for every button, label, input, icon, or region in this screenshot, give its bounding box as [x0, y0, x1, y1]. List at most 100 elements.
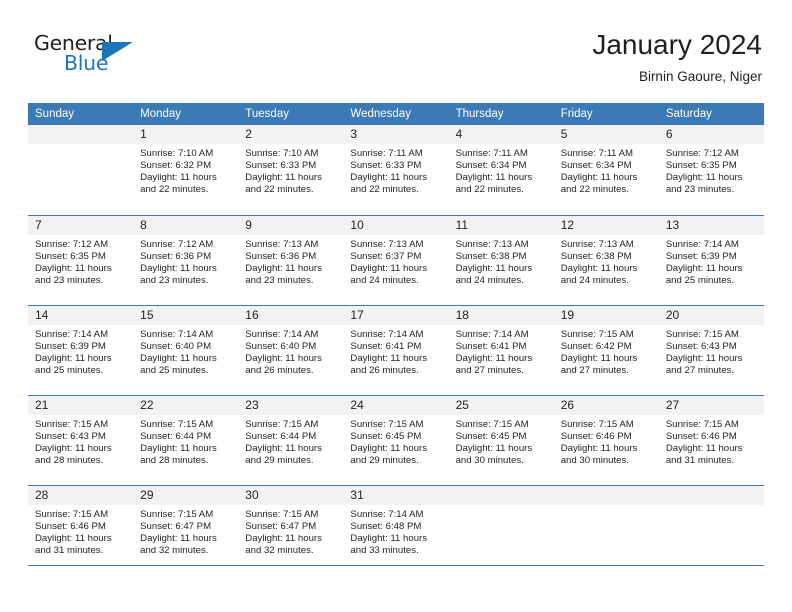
calendar-week-row: 28 Sunrise: 7:15 AM Sunset: 6:46 PM Dayligh… — [28, 484, 764, 575]
sunrise-text: Sunrise: 7:14 AM — [245, 328, 319, 340]
calendar-day-cell[interactable]: 6 Sunrise: 7:12 AM Sunset: 6:35 PM Daylight… — [658, 125, 764, 215]
sunrise-text: Sunrise: 7:14 AM — [350, 508, 424, 520]
day-details: Sunrise: 7:12 AM Sunset: 6:35 PM Daylight:… — [659, 144, 764, 196]
calendar-day-cell-empty — [448, 484, 554, 575]
day-details: Sunrise: 7:15 AM Sunset: 6:45 PM Daylight:… — [343, 415, 448, 467]
sunset-text: Sunset: 6:34 PM — [455, 160, 527, 172]
day-number: 3 — [343, 125, 449, 144]
sunrise-text: Sunrise: 7:15 AM — [35, 418, 109, 430]
weekday-header-saturday: Saturday — [658, 103, 764, 125]
day-details: Sunrise: 7:15 AM Sunset: 6:47 PM Daylight:… — [238, 505, 343, 557]
calendar-day-cell[interactable]: 29 Sunrise: 7:15 AM Sunset: 6:47 PM Dayligh… — [133, 484, 239, 575]
calendar-day-cell[interactable]: 10 Sunrise: 7:13 AM Sunset: 6:37 PM Dayligh… — [343, 214, 449, 305]
calendar-day-cell[interactable]: 17 Sunrise: 7:14 AM Sunset: 6:41 PM Dayligh… — [343, 304, 449, 395]
calendar-day-cell[interactable]: 22 Sunrise: 7:15 AM Sunset: 6:44 PM Dayligh… — [133, 394, 239, 485]
calendar-day-cell[interactable]: 18 Sunrise: 7:14 AM Sunset: 6:41 PM Dayligh… — [448, 304, 554, 395]
day-number: 28 — [28, 485, 134, 505]
calendar-day-cell[interactable]: 20 Sunrise: 7:15 AM Sunset: 6:43 PM Dayligh… — [658, 304, 764, 395]
calendar-day-cell[interactable]: 11 Sunrise: 7:13 AM Sunset: 6:38 PM Dayligh… — [448, 214, 554, 305]
day-number: 1 — [133, 125, 239, 144]
calendar-day-cell[interactable]: 19 Sunrise: 7:15 AM Sunset: 6:42 PM Dayligh… — [553, 304, 659, 395]
day-number: 14 — [28, 305, 134, 325]
page-header: General Blue January 2024 Birnin Gaoure,… — [28, 28, 764, 94]
day-number: 12 — [553, 215, 659, 235]
daylight-text: Daylight: 11 hours and 23 minutes. — [245, 262, 322, 286]
daylight-text: Daylight: 11 hours and 29 minutes. — [350, 442, 428, 466]
day-details: Sunrise: 7:11 AM Sunset: 6:34 PM Daylight:… — [449, 144, 554, 196]
day-number: 4 — [448, 125, 554, 144]
general-blue-logo[interactable]: General Blue — [34, 32, 154, 80]
calendar-day-cell[interactable]: 9 Sunrise: 7:13 AM Sunset: 6:36 PM Daylight… — [238, 214, 344, 305]
calendar-day-cell[interactable]: 31 Sunrise: 7:14 AM Sunset: 6:48 PM Dayligh… — [343, 484, 449, 575]
calendar-table: Sunday Monday Tuesday Wednesday Thursday… — [28, 103, 764, 575]
sunset-text: Sunset: 6:39 PM — [35, 340, 106, 352]
calendar-day-cell[interactable]: 13 Sunrise: 7:14 AM Sunset: 6:39 PM Dayligh… — [658, 214, 764, 305]
calendar-day-cell[interactable]: 26 Sunrise: 7:15 AM Sunset: 6:46 PM Dayligh… — [553, 394, 659, 485]
calendar-day-cell[interactable]: 14 Sunrise: 7:14 AM Sunset: 6:39 PM Dayligh… — [28, 304, 134, 395]
day-details: Sunrise: 7:13 AM Sunset: 6:36 PM Daylight:… — [238, 235, 343, 287]
day-details: Sunrise: 7:11 AM Sunset: 6:34 PM Daylight:… — [554, 144, 659, 196]
daylight-text: Daylight: 11 hours and 27 minutes. — [455, 352, 533, 376]
day-number: 18 — [448, 305, 554, 325]
weekday-header-friday: Friday — [553, 103, 659, 125]
calendar-day-cell[interactable]: 1 Sunrise: 7:10 AM Sunset: 6:32 PM Daylight… — [133, 125, 239, 215]
day-details: Sunrise: 7:14 AM Sunset: 6:41 PM Daylight:… — [449, 325, 554, 377]
day-number — [658, 485, 764, 505]
calendar-day-cell[interactable]: 27 Sunrise: 7:15 AM Sunset: 6:46 PM Dayligh… — [658, 394, 764, 485]
calendar-day-cell[interactable]: 3 Sunrise: 7:11 AM Sunset: 6:33 PM Daylight… — [343, 125, 449, 215]
calendar-week-row: 14 Sunrise: 7:14 AM Sunset: 6:39 PM Dayligh… — [28, 304, 764, 395]
sunset-text: Sunset: 6:43 PM — [35, 430, 106, 442]
sunrise-text: Sunrise: 7:15 AM — [560, 418, 634, 430]
day-details: Sunrise: 7:15 AM Sunset: 6:46 PM Daylight:… — [554, 415, 659, 467]
day-details: Sunrise: 7:15 AM Sunset: 6:43 PM Daylight:… — [28, 415, 133, 467]
calendar-day-cell[interactable]: 28 Sunrise: 7:15 AM Sunset: 6:46 PM Dayligh… — [28, 484, 134, 575]
day-number: 29 — [133, 485, 239, 505]
sunrise-text: Sunrise: 7:12 AM — [140, 238, 214, 250]
sunrise-text: Sunrise: 7:15 AM — [665, 418, 739, 430]
calendar-day-cell[interactable]: 8 Sunrise: 7:12 AM Sunset: 6:36 PM Daylight… — [133, 214, 239, 305]
calendar-day-cell[interactable]: 25 Sunrise: 7:15 AM Sunset: 6:45 PM Dayligh… — [448, 394, 554, 485]
day-number: 9 — [238, 215, 344, 235]
sunset-text: Sunset: 6:33 PM — [245, 160, 317, 172]
calendar-page: General Blue January 2024 Birnin Gaoure,… — [0, 0, 792, 612]
calendar-day-cell[interactable]: 12 Sunrise: 7:13 AM Sunset: 6:38 PM Dayligh… — [553, 214, 659, 305]
day-number — [448, 485, 554, 505]
sunrise-text: Sunrise: 7:14 AM — [350, 328, 424, 340]
daylight-text: Daylight: 11 hours and 27 minutes. — [665, 352, 743, 376]
weekday-header-row: Sunday Monday Tuesday Wednesday Thursday… — [28, 103, 764, 125]
sunrise-text: Sunrise: 7:15 AM — [35, 508, 109, 520]
day-number: 30 — [238, 485, 344, 505]
daylight-text: Daylight: 11 hours and 32 minutes. — [140, 532, 217, 556]
sunset-text: Sunset: 6:34 PM — [560, 160, 632, 172]
sunset-text: Sunset: 6:40 PM — [245, 340, 317, 352]
calendar-day-cell[interactable]: 7 Sunrise: 7:12 AM Sunset: 6:35 PM Daylight… — [28, 214, 134, 305]
page-title: January 2024 — [592, 29, 762, 60]
calendar-day-cell[interactable]: 2 Sunrise: 7:10 AM Sunset: 6:33 PM Daylight… — [238, 125, 344, 215]
calendar-day-cell[interactable]: 24 Sunrise: 7:15 AM Sunset: 6:45 PM Dayligh… — [343, 394, 449, 485]
day-details: Sunrise: 7:14 AM Sunset: 6:48 PM Daylight:… — [343, 505, 448, 557]
day-number: 22 — [133, 395, 239, 415]
calendar-day-cell[interactable]: 23 Sunrise: 7:15 AM Sunset: 6:44 PM Dayligh… — [238, 394, 344, 485]
daylight-text: Daylight: 11 hours and 25 minutes. — [665, 262, 743, 286]
sunrise-text: Sunrise: 7:11 AM — [560, 148, 634, 159]
day-number: 13 — [658, 215, 764, 235]
day-details: Sunrise: 7:15 AM Sunset: 6:43 PM Daylight:… — [659, 325, 764, 377]
calendar-day-cell[interactable]: 21 Sunrise: 7:15 AM Sunset: 6:43 PM Dayligh… — [28, 394, 134, 485]
calendar-day-cell[interactable]: 15 Sunrise: 7:14 AM Sunset: 6:40 PM Dayligh… — [133, 304, 239, 395]
sunset-text: Sunset: 6:41 PM — [350, 340, 422, 352]
calendar-day-cell[interactable]: 4 Sunrise: 7:11 AM Sunset: 6:34 PM Daylight… — [448, 125, 554, 215]
bottom-divider — [28, 565, 764, 566]
sunset-text: Sunset: 6:47 PM — [140, 520, 212, 532]
calendar-day-cell[interactable]: 16 Sunrise: 7:14 AM Sunset: 6:40 PM Dayligh… — [238, 304, 344, 395]
day-details: Sunrise: 7:14 AM Sunset: 6:40 PM Daylight:… — [238, 325, 343, 377]
sunset-text: Sunset: 6:42 PM — [560, 340, 632, 352]
sunset-text: Sunset: 6:41 PM — [455, 340, 527, 352]
day-details: Sunrise: 7:13 AM Sunset: 6:38 PM Daylight:… — [449, 235, 554, 287]
sunset-text: Sunset: 6:33 PM — [350, 160, 422, 172]
day-details: Sunrise: 7:14 AM Sunset: 6:40 PM Daylight:… — [133, 325, 238, 377]
logo-text-blue: Blue — [64, 51, 109, 75]
calendar-week-row: 21 Sunrise: 7:15 AM Sunset: 6:43 PM Dayligh… — [28, 394, 764, 485]
calendar-day-cell[interactable]: 5 Sunrise: 7:11 AM Sunset: 6:34 PM Daylight… — [553, 125, 659, 215]
day-number: 10 — [343, 215, 449, 235]
calendar-day-cell[interactable]: 30 Sunrise: 7:15 AM Sunset: 6:47 PM Dayligh… — [238, 484, 344, 575]
